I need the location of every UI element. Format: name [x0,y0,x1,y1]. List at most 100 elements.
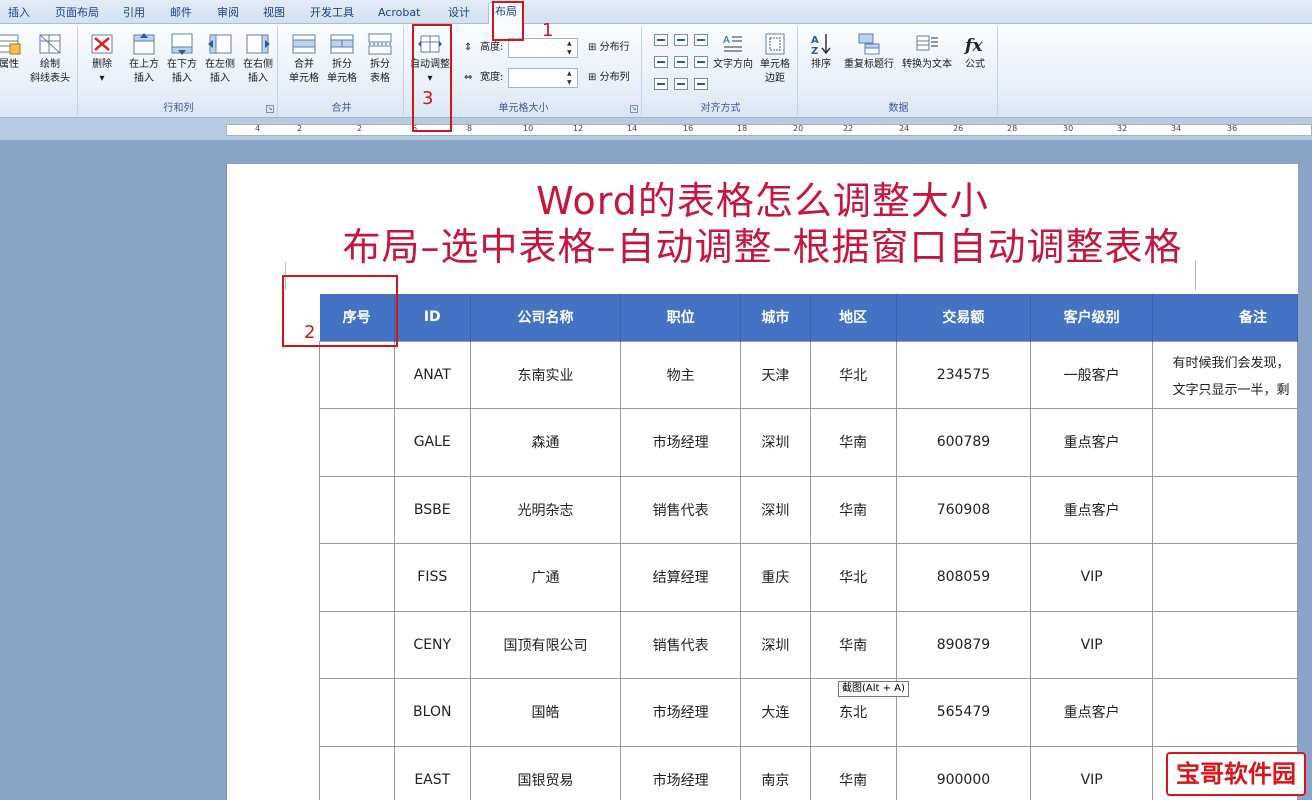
tab-references[interactable]: 引用 [123,4,145,22]
insert-left-button[interactable]: 在左侧 插入 [202,32,238,86]
table-cell[interactable]: 深圳 [739,610,811,679]
distribute-columns-button[interactable]: ⊞ 分布列 [588,70,630,86]
table-cell[interactable] [319,340,395,409]
row-height-down-icon[interactable]: ▼ [567,49,575,57]
table-cell[interactable]: 华南 [809,475,897,544]
table-cell[interactable]: 市场经理 [620,408,741,477]
tab-page-layout[interactable]: 页面布局 [55,4,99,22]
table-cell-notes[interactable] [1151,475,1299,544]
table-cell[interactable]: 天津 [739,340,811,409]
align-bottom-left-icon[interactable] [654,78,668,90]
formula-button[interactable]: fx 公式 [958,32,992,72]
table-cell-notes[interactable] [1151,408,1299,477]
split-cells-button[interactable]: 拆分 单元格 [324,32,360,86]
table-cell[interactable]: 760908 [895,475,1032,544]
delete-button[interactable]: 删除 ▾ [86,32,118,86]
row-height-input[interactable]: ▲ ▼ [508,38,578,58]
table-cell[interactable]: 华南 [809,745,897,800]
table-cell[interactable]: ANAT [393,340,471,409]
insert-right-button[interactable]: 在右侧 插入 [240,32,276,86]
table-cell[interactable]: FISS [393,543,471,612]
table-cell[interactable]: 物主 [620,340,741,409]
header-position[interactable]: 职位 [620,294,741,341]
table-cell[interactable]: 华北 [809,543,897,612]
align-bottom-center-icon[interactable] [674,78,688,90]
header-region[interactable]: 地区 [810,294,897,341]
table-cell[interactable]: 600789 [895,408,1032,477]
table-cell[interactable]: 森通 [469,408,622,477]
table-cell[interactable]: 市场经理 [620,678,741,747]
horizontal-ruler[interactable]: 4 2 2 6 8 10 12 14 16 18 20 22 24 26 28 30 32 34 36 [226,124,1312,136]
align-bottom-right-icon[interactable] [694,78,708,90]
rows-columns-launcher-icon[interactable]: ↘ [266,105,274,113]
tab-acrobat[interactable]: Acrobat [378,4,420,22]
distribute-rows-button[interactable]: ⊞ 分布行 [588,40,630,56]
table-cell[interactable]: VIP [1030,745,1153,800]
table-cell[interactable]: BSBE [393,475,471,544]
merge-cells-button[interactable]: 合并 单元格 [286,32,322,86]
text-direction-button[interactable]: A 文字方向 [710,32,756,72]
header-notes[interactable]: 备注 [1152,294,1299,341]
table-cell-notes[interactable] [1151,610,1299,679]
data-table[interactable]: 序号 ID 公司名称 职位 城市 地区 交易额 客户级别 备注 ANAT 东南实业… [319,294,1299,800]
table-cell[interactable] [319,475,395,544]
table-cell[interactable]: 深圳 [739,408,811,477]
table-cell[interactable] [319,745,395,800]
table-cell[interactable]: 900000 [895,745,1032,800]
table-cell[interactable]: 808059 [895,543,1032,612]
align-middle-right-icon[interactable] [694,56,708,68]
table-cell[interactable]: 结算经理 [620,543,741,612]
table-cell[interactable]: 华南 [809,408,897,477]
tab-mailings[interactable]: 邮件 [170,4,192,22]
table-cell[interactable]: 广通 [469,543,622,612]
draw-diagonal-header-button[interactable]: 绘制 斜线表头 [28,32,72,86]
split-table-button[interactable]: 拆分 表格 [362,32,398,86]
tab-design[interactable]: 设计 [448,4,470,22]
table-cell[interactable]: 国银贸易 [469,745,622,800]
table-cell[interactable]: 销售代表 [620,475,741,544]
table-cell[interactable]: 东南实业 [469,340,622,409]
convert-to-text-button[interactable]: 转换为文本 [898,32,956,72]
align-top-right-icon[interactable] [694,34,708,46]
insert-above-button[interactable]: 在上方 插入 [126,32,162,86]
table-cell[interactable]: 重点客户 [1030,678,1153,747]
table-cell[interactable] [319,543,395,612]
table-cell[interactable] [319,408,395,477]
table-cell[interactable]: EAST [393,745,471,800]
header-level[interactable]: 客户级别 [1030,294,1153,341]
table-cell[interactable]: 234575 [895,340,1032,409]
table-cell[interactable]: 重点客户 [1030,475,1153,544]
table-cell[interactable]: 大连 [739,678,811,747]
header-company[interactable]: 公司名称 [470,294,622,341]
table-cell-notes[interactable]: 有时候我们会发现， 文字只显示一半，剩 [1151,340,1299,409]
col-width-input[interactable]: ▲ ▼ [508,68,578,88]
table-cell[interactable]: 销售代表 [620,610,741,679]
align-top-center-icon[interactable] [674,34,688,46]
table-cell[interactable]: 市场经理 [620,745,741,800]
header-amount[interactable]: 交易额 [896,294,1032,341]
table-cell-notes[interactable] [1151,543,1299,612]
insert-below-button[interactable]: 在下方 插入 [164,32,200,86]
tab-developer[interactable]: 开发工具 [310,4,354,22]
header-city[interactable]: 城市 [740,294,811,341]
tab-insert[interactable]: 插入 [8,4,30,22]
table-cell-notes[interactable] [1151,678,1299,747]
table-cell[interactable]: 国顶有限公司 [469,610,622,679]
table-cell[interactable]: CENY [393,610,471,679]
align-top-left-icon[interactable] [654,34,668,46]
table-cell[interactable]: 华南 [809,610,897,679]
header-id[interactable]: ID [394,294,471,341]
document-page[interactable]: Word的表格怎么调整大小 布局–选中表格–自动调整–根据窗口自动调整表格 序号… [226,164,1299,800]
table-cell[interactable]: 华北 [809,340,897,409]
table-cell[interactable]: VIP [1030,543,1153,612]
table-cell[interactable]: 一般客户 [1030,340,1153,409]
tab-review[interactable]: 审阅 [217,4,239,22]
cell-size-launcher-icon[interactable]: ↘ [630,105,638,113]
table-cell[interactable] [319,678,395,747]
table-cell[interactable]: 南京 [739,745,811,800]
table-cell[interactable]: 国皓 [469,678,622,747]
cell-margins-button[interactable]: 单元格 边距 [756,32,794,86]
sort-button[interactable]: AZ 排序 [806,32,836,72]
table-cell[interactable]: GALE [393,408,471,477]
table-cell[interactable]: 890879 [895,610,1032,679]
